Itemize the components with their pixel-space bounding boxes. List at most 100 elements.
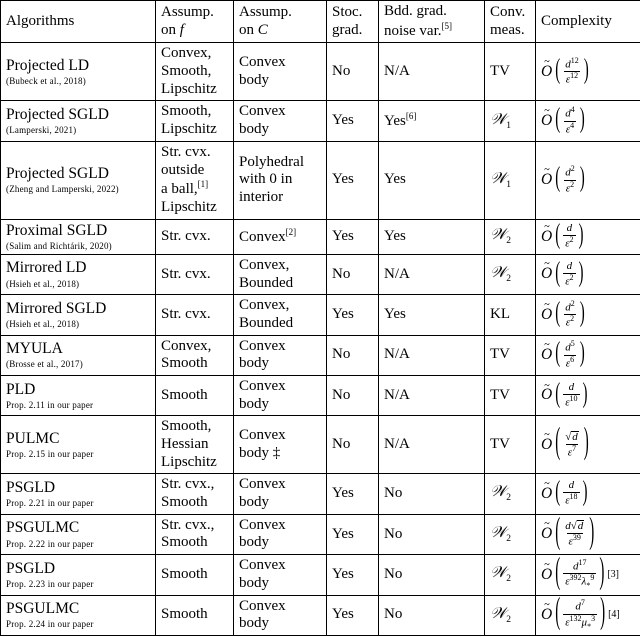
complexity-expression: O(d7ε132μ*3)[4] bbox=[541, 599, 620, 631]
cell-assump-C: Convexbody bbox=[234, 43, 327, 101]
exponent: 392 bbox=[570, 573, 582, 582]
header-bdd-noise-line2: noise var.[5] bbox=[384, 21, 479, 41]
algorithm-reference: (Bubeck et al., 2018) bbox=[6, 77, 150, 87]
convergence-measure-label: TV bbox=[490, 346, 510, 362]
cell-conv-meas: 𝒲2 bbox=[485, 254, 536, 294]
fraction-denominator: ε2 bbox=[563, 235, 575, 251]
cell-complexity: O(√dε7) bbox=[536, 416, 640, 474]
big-o-tilde-icon: O bbox=[541, 265, 553, 283]
algorithm-name: MYULA bbox=[6, 340, 150, 357]
symbol-f: f bbox=[180, 22, 184, 38]
exponent: 6 bbox=[570, 355, 574, 364]
algorithm-name: PULMC bbox=[6, 430, 150, 447]
algorithm-reference: Prop. 2.21 in our paper bbox=[6, 499, 150, 509]
table-row: PSGLDProp. 2.21 in our paperStr. cvx.,Sm… bbox=[1, 474, 640, 514]
cell-stoc-grad: Yes bbox=[327, 555, 379, 595]
algorithm-reference: (Brosse et al., 2017) bbox=[6, 360, 150, 370]
table-header-row: Algorithms Assump. on f Assump. on C Sto… bbox=[1, 1, 640, 43]
cell-line: Bounded bbox=[239, 275, 321, 293]
exponent: 2 bbox=[570, 235, 574, 244]
fraction: d4ε4 bbox=[563, 106, 577, 136]
fraction-denominator: ε7 bbox=[566, 444, 578, 460]
wasserstein-order: 2 bbox=[506, 236, 511, 246]
fraction-numerator: d bbox=[565, 261, 575, 273]
big-o-tilde-icon: O bbox=[541, 436, 553, 454]
header-bdd-noise: Bdd. grad. noise var.[5] bbox=[379, 1, 485, 43]
cell-line: Convex bbox=[239, 427, 321, 445]
cell-line: body bbox=[239, 534, 321, 552]
header-complexity: Complexity bbox=[536, 1, 640, 43]
cell-line: Convex bbox=[239, 378, 321, 396]
exponent: 5 bbox=[571, 339, 575, 348]
extra-subscript: * bbox=[586, 581, 590, 590]
cell-assump-C: Polyhedralwith 0 ininterior bbox=[234, 141, 327, 219]
footnote-marker: [5] bbox=[442, 21, 453, 31]
cell-line: Str. cvx., bbox=[161, 476, 228, 494]
paren-close: ) bbox=[584, 423, 589, 467]
table-row: Projected SGLD(Lamperski, 2021)Smooth,Li… bbox=[1, 101, 640, 141]
cell-conv-meas: TV bbox=[485, 375, 536, 415]
wasserstein-symbol: 𝒲 bbox=[490, 264, 506, 281]
algorithm-name: Proximal SGLD bbox=[6, 222, 150, 239]
cell-complexity: O(d12ε12) bbox=[536, 43, 640, 101]
cell-line: Smooth, bbox=[161, 63, 228, 81]
cell-line: interior bbox=[239, 189, 321, 207]
exponent: 18 bbox=[570, 492, 578, 501]
fraction: d√dε39 bbox=[563, 520, 586, 548]
big-o-tilde-icon: O bbox=[541, 112, 553, 130]
cell-line: body bbox=[239, 494, 321, 512]
cell-line: body bbox=[239, 396, 321, 414]
fraction-numerator: d bbox=[567, 382, 577, 394]
cell-assump-C: Convex,Bounded bbox=[234, 295, 327, 335]
algorithm-reference: Prop. 2.22 in our paper bbox=[6, 540, 150, 550]
cell-bdd-noise: No bbox=[379, 555, 485, 595]
exponent: 12 bbox=[570, 71, 578, 80]
fraction: dε10 bbox=[563, 382, 579, 409]
wasserstein-symbol: 𝒲 bbox=[490, 226, 506, 243]
cell-conv-meas: 𝒲2 bbox=[485, 555, 536, 595]
header-assump-f-line2: on f bbox=[161, 22, 228, 40]
cell-bdd-noise: Yes bbox=[379, 295, 485, 335]
cell-assump-f: Str. cvx.,Smooth bbox=[156, 514, 234, 554]
fraction: dε18 bbox=[563, 480, 579, 507]
paren-open: ( bbox=[555, 104, 560, 138]
cell-bdd-noise: N/A bbox=[379, 43, 485, 101]
table-row: Proximal SGLD(Salim and Richtárik, 2020)… bbox=[1, 219, 640, 254]
cell-line: body bbox=[239, 72, 321, 90]
fraction: dε2 bbox=[563, 261, 575, 288]
complexity-expression: O(dε2) bbox=[541, 261, 586, 288]
big-o-tilde-icon: O bbox=[541, 63, 553, 81]
cell-line: Convex, bbox=[239, 297, 321, 315]
footnote-marker: [4] bbox=[607, 609, 620, 621]
cell-conv-meas: KL bbox=[485, 295, 536, 335]
complexity-expression: O(d2ε2) bbox=[541, 300, 587, 330]
footnote-marker: [6] bbox=[406, 111, 417, 121]
sqrt-radicand: d bbox=[577, 520, 585, 533]
exponent: 4 bbox=[571, 105, 575, 114]
cell-line: Str. cvx. bbox=[161, 228, 228, 246]
cell-bdd-noise: Yes[6] bbox=[379, 101, 485, 141]
cell-complexity: O(dε18) bbox=[536, 474, 640, 514]
exponent: 2 bbox=[571, 164, 575, 173]
cell-line: Convex bbox=[239, 598, 321, 616]
big-o-tilde-icon: O bbox=[541, 485, 553, 503]
cell-stoc-grad: No bbox=[327, 43, 379, 101]
header-conv-meas: Conv. meas. bbox=[485, 1, 536, 43]
big-o-tilde-icon: O bbox=[541, 171, 553, 189]
algorithm-reference: Prop. 2.15 in our paper bbox=[6, 450, 150, 460]
cell-line: body bbox=[239, 121, 321, 139]
paren-open: ( bbox=[555, 220, 560, 254]
cell-line: Smooth, bbox=[161, 418, 228, 436]
complexity-expression: O(d17ε392λ*9)[3] bbox=[541, 559, 619, 591]
cell-line: Smooth bbox=[161, 534, 228, 552]
cell-line: Lipschitz bbox=[161, 121, 228, 139]
cell-algorithm: PSGLDProp. 2.21 in our paper bbox=[1, 474, 156, 514]
cell-bdd-noise: N/A bbox=[379, 335, 485, 375]
cell-assump-f: Smooth bbox=[156, 375, 234, 415]
fraction-denominator: ε39 bbox=[567, 533, 583, 549]
fraction-denominator: ε18 bbox=[563, 492, 579, 508]
header-conv-meas-line2: meas. bbox=[490, 22, 530, 40]
cell-bdd-noise: No bbox=[379, 474, 485, 514]
paren-close: ) bbox=[589, 512, 594, 556]
cell-conv-meas: 𝒲2 bbox=[485, 219, 536, 254]
